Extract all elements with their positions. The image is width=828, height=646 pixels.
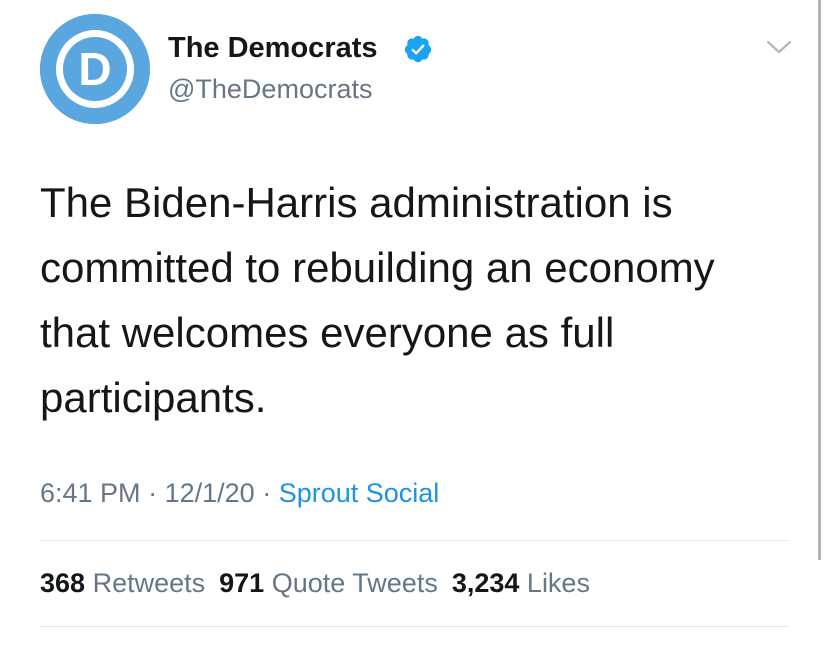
tweet-meta: 6:41 PM · 12/1/20 · Sprout Social — [40, 476, 439, 510]
meta-separator: · — [262, 478, 272, 508]
likes-label: Likes — [526, 568, 590, 598]
display-name[interactable]: The Democrats — [168, 30, 378, 66]
meta-separator: · — [148, 478, 158, 508]
quote-tweets-label: Quote Tweets — [271, 568, 438, 598]
likes-count: 3,234 — [451, 568, 520, 598]
tweet-text-line: The Biden-Harris administration is — [40, 179, 673, 226]
tweet-text-line: participants. — [40, 374, 267, 421]
avatar-letter: D — [78, 43, 111, 95]
scrollbar[interactable] — [818, 0, 821, 560]
quote-tweets-count: 971 — [219, 568, 265, 598]
retweets-count: 368 — [40, 568, 86, 598]
tweet-detail: D The Democrats @TheDemocrats The Biden-… — [0, 0, 828, 646]
quote-tweets-stat[interactable]: 971 Quote Tweets — [219, 568, 438, 598]
retweets-stat[interactable]: 368 Retweets — [40, 568, 205, 598]
tweet-text-line: that welcomes everyone as full — [40, 309, 615, 356]
divider — [40, 540, 788, 541]
chevron-down-icon[interactable] — [764, 36, 794, 58]
tweet-stats: 368 Retweets 971 Quote Tweets 3,234 Likes — [40, 566, 590, 600]
tweet-date[interactable]: 12/1/20 — [165, 478, 255, 508]
retweets-label: Retweets — [92, 568, 206, 598]
tweet-text-line: committed to rebuilding an economy — [40, 244, 715, 291]
likes-stat[interactable]: 3,234 Likes — [452, 568, 590, 598]
tweet-text: The Biden-Harris administration is commi… — [40, 170, 800, 430]
user-handle[interactable]: @TheDemocrats — [168, 72, 372, 106]
democrats-logo-icon: D — [40, 14, 150, 124]
tweet-source-link[interactable]: Sprout Social — [279, 478, 440, 508]
avatar[interactable]: D — [40, 14, 150, 124]
verified-badge-icon — [404, 35, 432, 63]
divider — [40, 626, 788, 627]
tweet-time[interactable]: 6:41 PM — [40, 478, 141, 508]
